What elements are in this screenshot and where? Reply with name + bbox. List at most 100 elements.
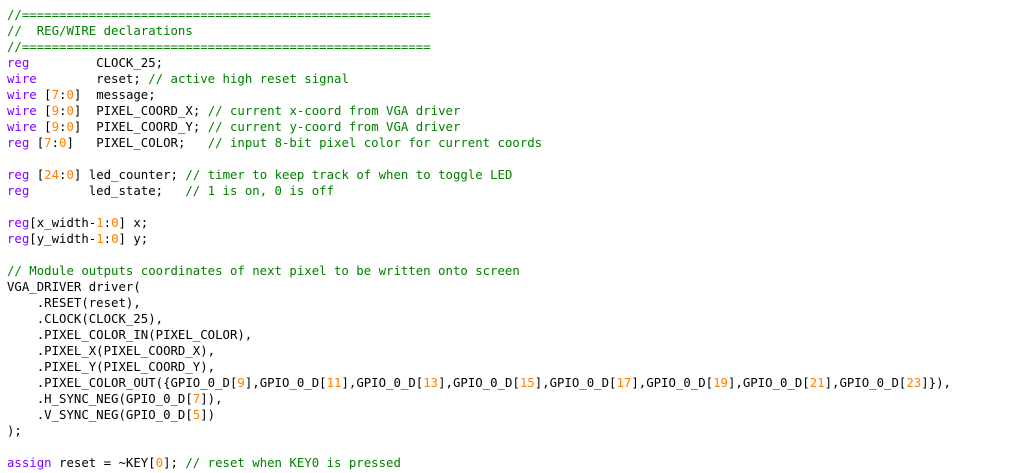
code-token-text: ],GPIO_0_D[ [534, 376, 617, 390]
code-token-comment: // active high reset signal [148, 72, 349, 86]
code-token-text: ],GPIO_0_D[ [438, 376, 520, 390]
code-token-keyword: wire [7, 120, 37, 134]
code-token-number: 24 [44, 168, 60, 182]
code-editor[interactable]: //======================================… [7, 7, 1021, 473]
code-token-number: 0 [66, 120, 74, 134]
code-token-comment: // current x-coord from VGA driver [207, 104, 461, 118]
code-token-text: [ [29, 136, 45, 150]
code-token-text: ] x; [118, 216, 149, 230]
code-token-text: .PIXEL_X(PIXEL_COORD_X), [7, 344, 216, 358]
code-token-number: 7 [44, 136, 52, 150]
code-token-text: .PIXEL_Y(PIXEL_COORD_Y), [7, 360, 216, 374]
code-token-comment: // 1 is on, 0 is off [185, 184, 335, 198]
code-token-number: 0 [111, 232, 119, 246]
code-token-text: ] message; [73, 88, 156, 102]
code-token-text: ]), [200, 392, 223, 406]
code-line[interactable]: .PIXEL_X(PIXEL_COORD_X), [7, 343, 1021, 359]
code-line[interactable]: .V_SYNC_NEG(GPIO_0_D[5]) [7, 407, 1021, 423]
code-token-text: .PIXEL_COLOR_OUT({GPIO_0_D[ [7, 376, 238, 390]
code-token-text: [y_width- [29, 232, 97, 246]
code-line[interactable]: reg[y_width-1:0] y; [7, 231, 1021, 247]
code-token-number: 0 [111, 216, 119, 230]
code-token-text: ],GPIO_0_D[ [824, 376, 907, 390]
code-line[interactable]: reg[x_width-1:0] x; [7, 215, 1021, 231]
code-token-keyword: reg [7, 232, 30, 246]
code-line[interactable]: VGA_DRIVER driver( [7, 279, 1021, 295]
code-line[interactable]: reg [7:0] PIXEL_COLOR; // input 8-bit pi… [7, 135, 1021, 151]
code-token-text: .H_SYNC_NEG(GPIO_0_D[ [7, 392, 193, 406]
code-token-text: ] PIXEL_COLOR; [66, 136, 208, 150]
code-line[interactable]: // Module outputs coordinates of next pi… [7, 263, 1021, 279]
code-line[interactable]: reg CLOCK_25; [7, 55, 1021, 71]
code-line[interactable]: //======================================… [7, 7, 1021, 23]
code-line[interactable]: .H_SYNC_NEG(GPIO_0_D[7]), [7, 391, 1021, 407]
code-token-text: [ [36, 104, 52, 118]
code-line[interactable]: .PIXEL_COLOR_IN(PIXEL_COLOR), [7, 327, 1021, 343]
code-listing[interactable]: //======================================… [7, 7, 1021, 471]
code-token-text: : [51, 136, 60, 150]
code-line[interactable]: assign reset = ~KEY[0]; // reset when KE… [7, 455, 1021, 471]
code-token-text: ] PIXEL_COORD_X; [73, 104, 208, 118]
code-token-text: led_state; [29, 184, 186, 198]
code-line[interactable]: // REG/WIRE declarations [7, 23, 1021, 39]
code-token-text: [ [36, 88, 52, 102]
code-line[interactable]: .PIXEL_Y(PIXEL_COORD_Y), [7, 359, 1021, 375]
code-token-number: 7 [51, 88, 60, 102]
code-token-keyword: wire [7, 104, 37, 118]
code-line[interactable]: reg led_state; // 1 is on, 0 is off [7, 183, 1021, 199]
code-token-comment: // reset when KEY0 is pressed [185, 456, 401, 470]
code-token-text: VGA_DRIVER driver( [7, 280, 141, 294]
code-token-comment: // input 8-bit pixel color for current c… [207, 136, 543, 150]
code-token-text: ] led_counter; [73, 168, 186, 182]
code-token-number: 9 [51, 120, 60, 134]
code-line[interactable]: wire [7:0] message; [7, 87, 1021, 103]
code-token-number: 23 [906, 376, 922, 390]
code-token-comment: // Module outputs coordinates of next pi… [7, 264, 520, 278]
code-token-number: 0 [155, 456, 164, 470]
code-token-text: : [103, 216, 112, 230]
code-token-number: 21 [809, 376, 825, 390]
blank-line[interactable] [7, 247, 1021, 263]
code-token-text: ],GPIO_0_D[ [727, 376, 810, 390]
code-token-keyword: wire [7, 72, 37, 86]
code-token-number: 13 [423, 376, 439, 390]
code-line[interactable]: wire reset; // active high reset signal [7, 71, 1021, 87]
code-token-text: ] y; [118, 232, 149, 246]
code-token-text: ],GPIO_0_D[ [341, 376, 424, 390]
code-token-comment: // REG/WIRE declarations [7, 24, 193, 38]
code-line[interactable]: .CLOCK(CLOCK_25), [7, 311, 1021, 327]
code-token-keyword: reg [7, 184, 30, 198]
code-line[interactable]: wire [9:0] PIXEL_COORD_X; // current x-c… [7, 103, 1021, 119]
code-token-text: reset; [36, 72, 149, 86]
code-token-text: ] PIXEL_COORD_Y; [73, 120, 208, 134]
code-line[interactable]: reg [24:0] led_counter; // timer to keep… [7, 167, 1021, 183]
code-token-text: [ [36, 120, 52, 134]
code-token-number: 1 [96, 232, 104, 246]
code-token-text: reset = ~KEY[ [51, 456, 156, 470]
code-token-keyword: wire [7, 88, 37, 102]
code-token-comment: //======================================… [7, 8, 431, 22]
code-token-text: : [103, 232, 112, 246]
blank-line[interactable] [7, 199, 1021, 215]
code-token-text: CLOCK_25; [29, 56, 164, 70]
code-token-number: 0 [66, 168, 74, 182]
code-token-keyword: reg [7, 216, 30, 230]
code-token-number: 0 [66, 104, 74, 118]
code-line[interactable]: ); [7, 423, 1021, 439]
code-line[interactable]: //======================================… [7, 39, 1021, 55]
code-token-text: [x_width- [29, 216, 97, 230]
code-token-number: 17 [616, 376, 632, 390]
code-token-text: .RESET(reset), [7, 296, 141, 310]
code-token-number: 11 [326, 376, 342, 390]
code-line[interactable]: wire [9:0] PIXEL_COORD_Y; // current y-c… [7, 119, 1021, 135]
code-token-text: ]}), [921, 376, 951, 390]
code-token-text: ],GPIO_0_D[ [244, 376, 327, 390]
code-line[interactable]: .RESET(reset), [7, 295, 1021, 311]
code-token-text: ],GPIO_0_D[ [631, 376, 714, 390]
blank-line[interactable] [7, 439, 1021, 455]
blank-line[interactable] [7, 151, 1021, 167]
code-line[interactable]: .PIXEL_COLOR_OUT({GPIO_0_D[9],GPIO_0_D[1… [7, 375, 1021, 391]
code-token-text: ]) [200, 408, 216, 422]
code-token-number: 0 [66, 88, 74, 102]
code-token-text: [ [29, 168, 45, 182]
